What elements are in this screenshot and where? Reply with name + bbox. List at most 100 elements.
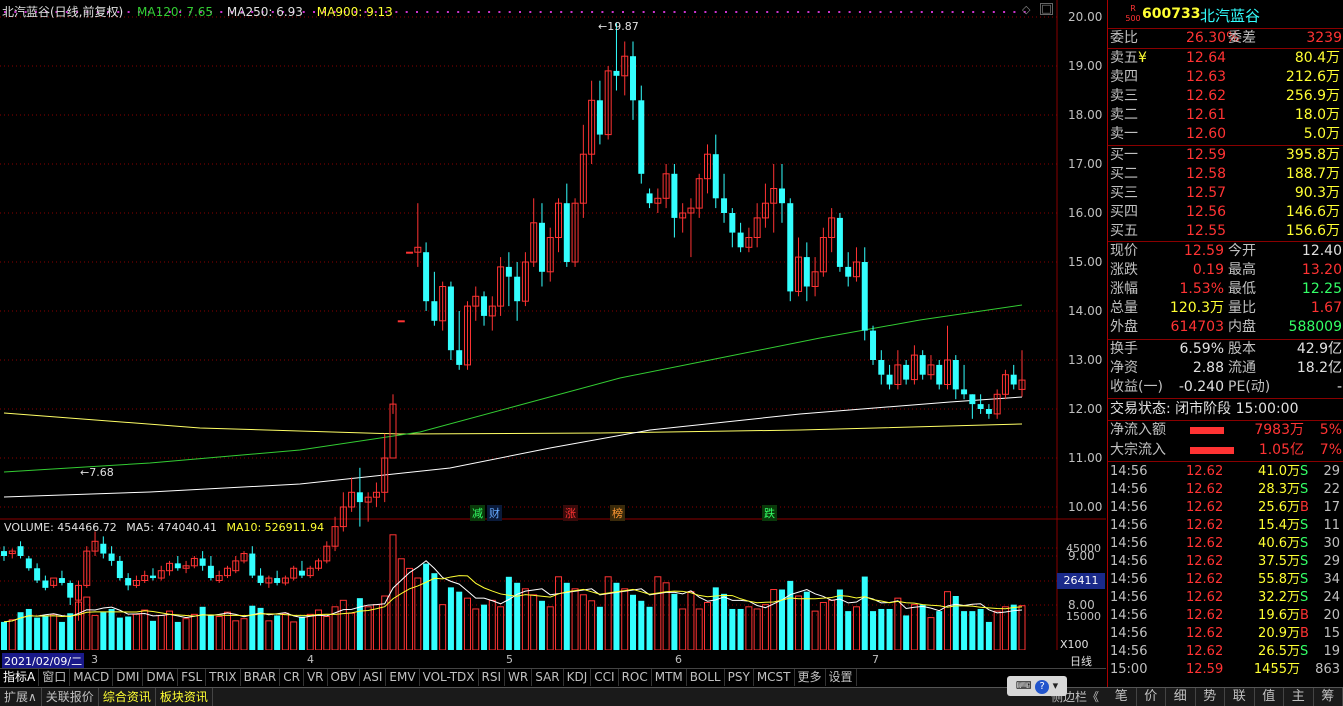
indicator-tab[interactable]: EMV (386, 669, 420, 686)
indicator-tab[interactable]: 窗口 (39, 669, 71, 686)
kline-chart-area[interactable]: 北汽蓝谷(日线,前复权) MA120: 7.65 MA250: 6.93 MA9… (0, 0, 1106, 651)
tick-row[interactable]: 14:56 12.62 37.5万 S 29 (1108, 553, 1343, 571)
tick-volume: 37.5万 (1258, 554, 1300, 569)
tick-row[interactable]: 14:56 12.62 15.4万 S 11 (1108, 517, 1343, 535)
related-quote-tab[interactable]: 关联报价 (42, 688, 99, 706)
volume-bar (919, 604, 926, 650)
volume-bar (50, 613, 58, 650)
indicator-tab[interactable]: MCST (754, 669, 795, 686)
expand-tab[interactable]: 扩展∧ (0, 688, 42, 706)
dropdown-icon[interactable]: ▾ (1053, 679, 1059, 692)
period-label[interactable]: 日线 (1070, 653, 1092, 669)
ask-row[interactable]: 卖二 12.61 18.0万 (1108, 106, 1343, 125)
event-tag-cai[interactable]: 财 (487, 505, 502, 521)
right-tab[interactable]: 主 (1284, 688, 1314, 706)
event-tag-jian[interactable]: 减 (470, 505, 485, 521)
indicator-tab[interactable]: ROC (619, 669, 652, 686)
indicator-tab[interactable]: ASI (360, 669, 387, 686)
bid-row[interactable]: 买三 12.57 90.3万 (1108, 184, 1343, 203)
indicator-tab[interactable]: 设置 (826, 669, 857, 686)
indicator-tab[interactable]: 更多 (795, 669, 826, 686)
ma120-line (3, 304, 1023, 473)
ask-row[interactable]: 卖四 12.63 212.6万 (1108, 68, 1343, 87)
tick-row[interactable]: 14:56 12.62 41.0万 S 29 (1108, 463, 1343, 481)
sector-news-tab[interactable]: 板块资讯 (156, 688, 213, 706)
indicator-tab[interactable]: DMA (143, 669, 179, 686)
window-toggle-icon[interactable]: □ (1040, 3, 1053, 15)
indicator-tab[interactable]: OBV (328, 669, 361, 686)
tick-row[interactable]: 14:56 12.62 25.6万 B 17 (1108, 499, 1343, 517)
keyboard-icon[interactable]: ⌨ (1016, 679, 1032, 692)
y-tick-label: 19.00 (1068, 59, 1103, 73)
tick-time: 14:56 (1110, 608, 1148, 623)
indicator-tab[interactable]: BOLL (687, 669, 725, 686)
indicator-tab[interactable]: DMI (113, 669, 144, 686)
indicator-tab[interactable]: SAR (532, 669, 564, 686)
event-tag-zhang[interactable]: 涨 (563, 505, 578, 521)
indicator-tab[interactable]: 指标A (0, 669, 40, 686)
event-tag-bang[interactable]: 榜 (610, 505, 625, 521)
tick-row[interactable]: 14:56 12.62 55.8万 S 34 (1108, 571, 1343, 589)
right-tab[interactable]: 联 (1225, 688, 1255, 706)
top-marker-dot (529, 11, 532, 13)
help-icon[interactable]: ? (1035, 680, 1050, 694)
right-tab[interactable]: 筹 (1314, 688, 1343, 706)
fund-label: 股本 (1228, 341, 1256, 357)
bid-row[interactable]: 买四 12.56 146.6万 (1108, 203, 1343, 222)
tick-time: 14:56 (1110, 536, 1148, 551)
tick-side: S (1300, 536, 1309, 551)
indicator-tab[interactable]: WR (505, 669, 533, 686)
right-tab[interactable]: 笔 (1107, 688, 1137, 706)
event-tag-die[interactable]: 跌 (762, 505, 777, 521)
indicator-tab[interactable]: RSI (479, 669, 506, 686)
kline-svg[interactable] (0, 0, 1106, 650)
indicator-tab[interactable]: BRAR (241, 669, 281, 686)
right-tab[interactable]: 值 (1255, 688, 1284, 706)
right-tab[interactable]: 细 (1166, 688, 1196, 706)
top-marker-dot (941, 11, 944, 13)
top-marker-dot (961, 11, 964, 13)
indicator-tab[interactable]: VR (304, 669, 328, 686)
bid-row[interactable]: 买五 12.55 156.6万 (1108, 222, 1343, 241)
bid-row[interactable]: 买一 12.59 395.8万 (1108, 146, 1343, 165)
floating-toolbar[interactable]: ⌨ ? ▾ (1007, 676, 1067, 696)
quote-label: 量比 (1228, 300, 1256, 316)
tick-row[interactable]: 14:56 12.62 32.2万 S 24 (1108, 589, 1343, 607)
right-tab[interactable]: 价 (1137, 688, 1166, 706)
bid-row[interactable]: 买二 12.58 188.7万 (1108, 165, 1343, 184)
candle-body (563, 203, 570, 262)
diamond-icon[interactable]: ◇ (1022, 3, 1030, 16)
ask-row[interactable]: 卖一 12.60 5.0万 (1108, 125, 1343, 144)
tick-row[interactable]: 14:56 12.62 40.6万 S 30 (1108, 535, 1343, 553)
ask-price: 12.62 (1186, 88, 1227, 104)
candle-body (406, 251, 414, 254)
fund-label: 流通 (1228, 360, 1256, 376)
tick-row[interactable]: 14:56 12.62 20.9万 B 15 (1108, 625, 1343, 643)
indicator-tab[interactable]: KDJ (564, 669, 592, 686)
volume-bar (985, 621, 992, 650)
news-tab[interactable]: 综合资讯 (99, 688, 156, 706)
indicator-tab[interactable]: FSL (178, 669, 207, 686)
tick-row[interactable]: 14:56 12.62 19.6万 B 20 (1108, 607, 1343, 625)
tick-volume: 26.5万 (1258, 644, 1300, 659)
candle-body (737, 232, 744, 248)
candle-body (985, 409, 992, 414)
ask-row[interactable]: 卖五¥ 12.64 80.4万 (1108, 49, 1343, 68)
tick-row[interactable]: 14:56 12.62 28.3万 S 22 (1108, 481, 1343, 499)
indicator-tab[interactable]: VOL-TDX (420, 669, 479, 686)
indicator-tab[interactable]: TRIX (206, 669, 241, 686)
date-start-label: 2021/02/09/二 (2, 653, 85, 669)
tick-row[interactable]: 15:00 12.59 1455万 863 (1108, 661, 1343, 679)
right-tab[interactable]: 势 (1196, 688, 1225, 706)
ask-row[interactable]: 卖三 12.62 256.9万 (1108, 87, 1343, 106)
indicator-tab[interactable]: MACD (70, 669, 114, 686)
indicator-tab[interactable]: CCI (591, 669, 619, 686)
tick-row[interactable]: 14:56 12.62 26.5万 S 19 (1108, 643, 1343, 661)
indicator-tab[interactable]: MTM (652, 669, 687, 686)
indicator-tab[interactable]: CR (280, 669, 304, 686)
candle-body (886, 374, 893, 385)
volume-bar (463, 597, 471, 650)
indicator-tab[interactable]: PSY (725, 669, 754, 686)
top-marker-dot (951, 11, 954, 13)
volume-bar (423, 563, 430, 650)
